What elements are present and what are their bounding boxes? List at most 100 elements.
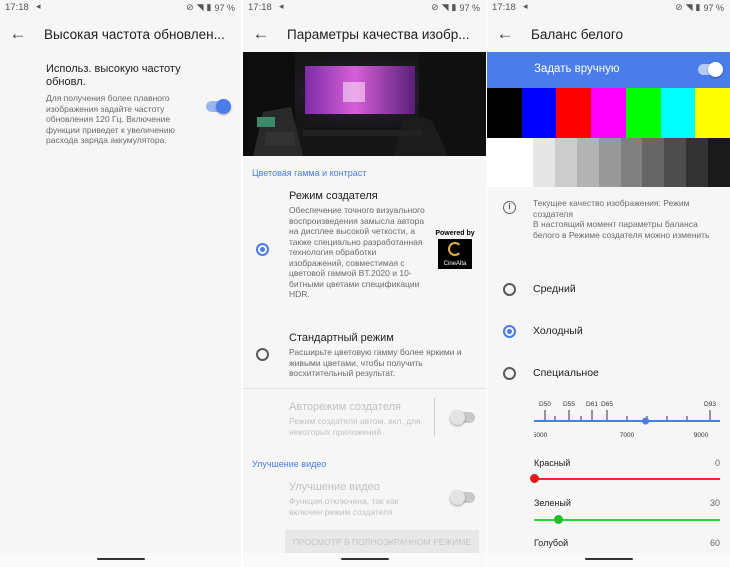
temp-label: D55	[563, 401, 575, 408]
auto-creator-mode-option[interactable]: Авторежим создателя Режим создателя авто…	[289, 401, 429, 437]
option-radio[interactable]	[503, 325, 516, 338]
manual-setting-label: Задать вручную	[534, 63, 620, 75]
blue-slider-label: Голубой	[534, 538, 569, 548]
battery-icon: ▮	[695, 2, 701, 12]
creator-mode-radio[interactable]	[256, 243, 269, 256]
manual-setting-bar[interactable]: Задать вручную	[487, 52, 730, 88]
temp-label: D65	[601, 401, 613, 408]
creator-mode-option[interactable]: Режим создателя Обеспечение точного визу…	[243, 180, 486, 310]
green-slider[interactable]: Зеленый 30	[534, 498, 720, 528]
standard-mode-title: Стандартный режим	[289, 332, 394, 344]
status-bar: 17:18 ◂ ⊘ ◥ ▮ 97 %	[0, 0, 241, 16]
red-slider-label: Красный	[534, 458, 571, 468]
white-balance-options: Средний Холодный Специальное	[487, 275, 730, 395]
video-enhancement-toggle[interactable]	[450, 489, 475, 505]
blue-slider[interactable]: Голубой 60	[534, 538, 720, 554]
status-bar: 17:18 ◂ ⊘ ◥ ▮ 97 %	[487, 0, 730, 16]
auto-creator-description: Режим создателя автом. вкл. для некоторы…	[289, 416, 421, 437]
notification-icon: ◂	[36, 1, 41, 11]
blue-slider-value: 60	[709, 538, 720, 548]
color-test-bars	[487, 88, 730, 138]
screen-picture-quality: 17:18 ◂ ⊘ ◥ ▮ 97 % ← Параметры качества …	[243, 0, 486, 567]
back-arrow-icon[interactable]: ←	[243, 24, 277, 44]
page-title: Баланс белого	[531, 26, 624, 42]
temp-label: D50	[539, 401, 551, 408]
option-medium[interactable]: Средний	[487, 275, 730, 305]
status-icons: ⊘ ◥ ▮ 97 %	[186, 2, 235, 13]
red-slider-value: 0	[714, 458, 720, 468]
powered-by-label: Powered by	[435, 230, 475, 237]
wifi-icon: ◥	[685, 2, 693, 12]
toggle-knob	[216, 98, 231, 114]
hero-image-studio	[243, 52, 486, 156]
red-thumb[interactable]	[529, 474, 539, 483]
red-track	[534, 478, 720, 480]
option-radio[interactable]	[503, 283, 516, 296]
standard-mode-option[interactable]: Стандартный режим Расширьте цветовую гам…	[243, 326, 486, 386]
video-enhancement-option[interactable]: Улучшение видео Функция отключена, так к…	[289, 481, 429, 517]
color-bar	[695, 88, 730, 138]
section-video-enhancement: Улучшение видео	[252, 459, 327, 469]
screenshot-collage: 17:18 ◂ ⊘ ◥ ▮ 97 % ← Высокая частота обн…	[0, 0, 730, 567]
status-time: 17:18	[5, 2, 29, 13]
auto-creator-toggle[interactable]	[450, 409, 475, 425]
temperature-thumb[interactable]	[642, 417, 650, 425]
notification-icon: ◂	[523, 1, 528, 11]
screen-refresh-rate: 17:18 ◂ ⊘ ◥ ▮ 97 % ← Высокая частота обн…	[0, 0, 241, 567]
divider	[243, 388, 486, 389]
gray-bar	[532, 138, 555, 187]
color-bar	[556, 88, 592, 138]
notification-icon: ◂	[279, 1, 284, 11]
gray-test-bars	[487, 138, 730, 187]
setting-description: Для получения более плавного изображения…	[46, 93, 175, 145]
color-temperature-slider[interactable]: D50 D55 D61 D65 D93 5000 7000 9000	[533, 396, 720, 444]
mute-icon: ⊘	[186, 2, 194, 12]
green-slider-value: 30	[709, 498, 720, 508]
high-refresh-toggle[interactable]	[206, 98, 231, 114]
battery-level: 97 %	[703, 2, 724, 13]
cinealta-text: CineAlta	[443, 261, 467, 267]
fullscreen-preview-button[interactable]: ПРОСМОТР В ПОЛНОЭКРАННОМ РЕЖИМЕ	[285, 530, 479, 554]
option-cold[interactable]: Холодный	[487, 317, 730, 347]
temperature-scale: D50 D55 D61 D65 D93 5000 7000 9000	[533, 401, 720, 439]
home-handle[interactable]	[584, 558, 633, 560]
battery-icon: ▮	[451, 2, 457, 12]
gray-bar	[620, 138, 643, 187]
toggle-knob	[450, 409, 465, 425]
color-bar	[660, 88, 696, 138]
mute-icon: ⊘	[431, 2, 439, 12]
toggle-knob	[450, 489, 465, 505]
back-arrow-icon[interactable]: ←	[0, 24, 34, 44]
page-title: Параметры качества изобр...	[287, 26, 470, 42]
standard-mode-radio[interactable]	[256, 348, 269, 361]
red-slider[interactable]: Красный 0	[529, 458, 720, 488]
option-custom[interactable]: Специальное	[487, 359, 730, 389]
gray-bar	[598, 138, 621, 187]
gray-bar	[642, 138, 665, 187]
toolbar: ← Баланс белого	[487, 16, 730, 52]
wifi-icon: ◥	[441, 2, 449, 12]
standard-mode-description: Расширьте цветовую гамму более яркими и …	[289, 347, 462, 378]
option-label: Средний	[533, 283, 576, 295]
status-bar: 17:18 ◂ ⊘ ◥ ▮ 97 %	[243, 0, 486, 16]
green-thumb[interactable]	[553, 515, 563, 524]
home-handle[interactable]	[96, 558, 145, 560]
mute-icon: ⊘	[675, 2, 683, 12]
temp-scale-label: 5000	[534, 432, 548, 439]
video-enhancement-title: Улучшение видео	[289, 481, 380, 493]
cinealta-mark-icon	[448, 242, 462, 256]
page-title: Высокая частота обновлен...	[44, 26, 225, 42]
cinealta-logo: Powered by CineAlta	[433, 230, 477, 269]
status-icons: ⊘ ◥ ▮ 97 %	[431, 2, 480, 13]
high-refresh-setting[interactable]: Использ. высокую частоту обновл. Для пол…	[46, 63, 186, 146]
wifi-icon: ◥	[196, 2, 204, 12]
auto-creator-title: Авторежим создателя	[289, 401, 401, 413]
temp-scale-label: 7000	[620, 432, 635, 439]
back-arrow-icon[interactable]: ←	[487, 24, 521, 44]
home-handle[interactable]	[340, 558, 389, 560]
info-icon: i	[503, 201, 516, 214]
toggle-knob	[708, 61, 723, 77]
manual-setting-toggle[interactable]	[698, 61, 723, 77]
option-radio[interactable]	[503, 367, 516, 380]
toolbar: ← Высокая частота обновлен...	[0, 16, 241, 52]
